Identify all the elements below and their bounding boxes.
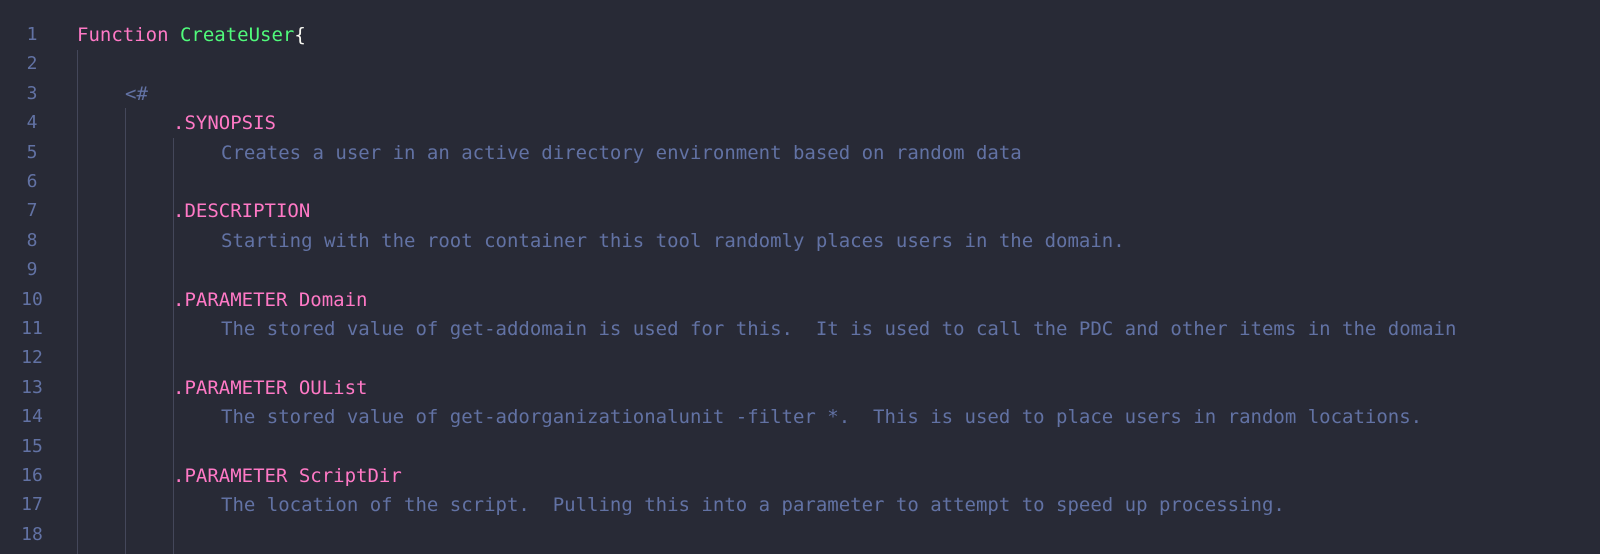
code-text: .DESCRIPTION — [173, 196, 310, 226]
code-text: The stored value of get-adorganizational… — [221, 402, 1422, 432]
line-number: 8 — [26, 229, 38, 251]
code-line[interactable]: 9 — [0, 255, 1600, 285]
code-line[interactable]: 11 The stored value of get-addomain is us… — [0, 314, 1600, 344]
line-number: 10 — [21, 288, 43, 310]
comment-token: The stored value of get-addomain is used… — [221, 318, 1457, 340]
line-number: 1 — [26, 24, 38, 45]
code-line[interactable]: 18 — [0, 520, 1600, 550]
comment-token: The location of the script. Pulling this… — [221, 494, 1285, 517]
doc-keyword-token: .SYNOPSIS — [173, 112, 276, 135]
line-number: 13 — [21, 376, 43, 398]
code-text: Creates a user in an active directory en… — [221, 138, 1022, 168]
code-line[interactable]: 3 <# — [0, 79, 1600, 109]
line-number: 16 — [21, 465, 43, 486]
code-line[interactable]: 6 — [0, 167, 1600, 197]
line-number: 11 — [21, 318, 43, 339]
code-line[interactable]: 12 — [0, 343, 1600, 373]
code-line[interactable]: 15 — [0, 432, 1600, 462]
code-text: .PARAMETER Domain — [173, 285, 367, 315]
comment-token: Starting with the root container this to… — [221, 229, 1125, 252]
line-number: 3 — [26, 82, 38, 104]
code-editor[interactable]: 1 Function CreateUser{2 3 <# 4 .SYNOPSIS 5 Crea… — [0, 0, 1600, 554]
code-line[interactable]: 16 .PARAMETER ScriptDir — [0, 461, 1600, 491]
code-text: .SYNOPSIS — [173, 108, 276, 138]
code-text: The location of the script. Pulling this… — [221, 490, 1285, 520]
code-line[interactable]: 1 Function CreateUser{ — [0, 20, 1600, 50]
doc-keyword-token: .PARAMETER Domain — [173, 288, 368, 311]
line-number: 18 — [21, 523, 43, 545]
doc-keyword-token: .PARAMETER OUList — [173, 376, 368, 399]
comment-token: The stored value of get-adorganizational… — [221, 406, 1423, 429]
code-line[interactable]: 10 .PARAMETER Domain — [0, 285, 1600, 315]
code-text: <# — [125, 79, 148, 109]
code-line[interactable]: 2 — [0, 49, 1600, 79]
line-number: 5 — [26, 141, 38, 163]
code-text: .PARAMETER OUList — [173, 373, 367, 403]
line-number: 2 — [26, 53, 38, 75]
doc-keyword-token: .PARAMETER ScriptDir — [173, 465, 402, 487]
code-text: Function CreateUser{ — [77, 20, 306, 50]
code-text: Starting with the root container this to… — [221, 226, 1125, 256]
code-line[interactable]: 14 The stored value of get-adorganization… — [0, 402, 1600, 432]
comment-token: Creates a user in an active directory en… — [221, 141, 1022, 164]
keyword-token: Function — [77, 24, 169, 46]
code-line[interactable]: 5 Creates a user in an active directory e… — [0, 138, 1600, 168]
line-number: 15 — [21, 435, 43, 457]
doc-keyword-token: .DESCRIPTION — [173, 200, 311, 223]
code-line[interactable]: 7 .DESCRIPTION — [0, 196, 1600, 226]
brace-token: { — [294, 24, 306, 46]
comment-token — [169, 24, 180, 46]
line-number: 6 — [26, 171, 38, 192]
code-text: .PARAMETER ScriptDir — [173, 461, 402, 491]
code-line[interactable]: 4 .SYNOPSIS — [0, 108, 1600, 138]
code-text: The stored value of get-addomain is used… — [221, 314, 1456, 344]
line-number: 12 — [21, 347, 43, 369]
line-number: 17 — [21, 494, 43, 516]
line-number: 9 — [26, 259, 38, 281]
line-number: 14 — [21, 406, 43, 428]
code-line[interactable]: 17 The location of the script. Pulling th… — [0, 490, 1600, 520]
code-line[interactable]: 8 Starting with the root container this t… — [0, 226, 1600, 256]
function-name-token: CreateUser — [179, 24, 295, 46]
code-line[interactable]: 13 .PARAMETER OUList — [0, 373, 1600, 403]
line-number: 4 — [26, 112, 38, 134]
line-number: 7 — [26, 200, 38, 222]
comment-token: <# — [125, 82, 148, 105]
